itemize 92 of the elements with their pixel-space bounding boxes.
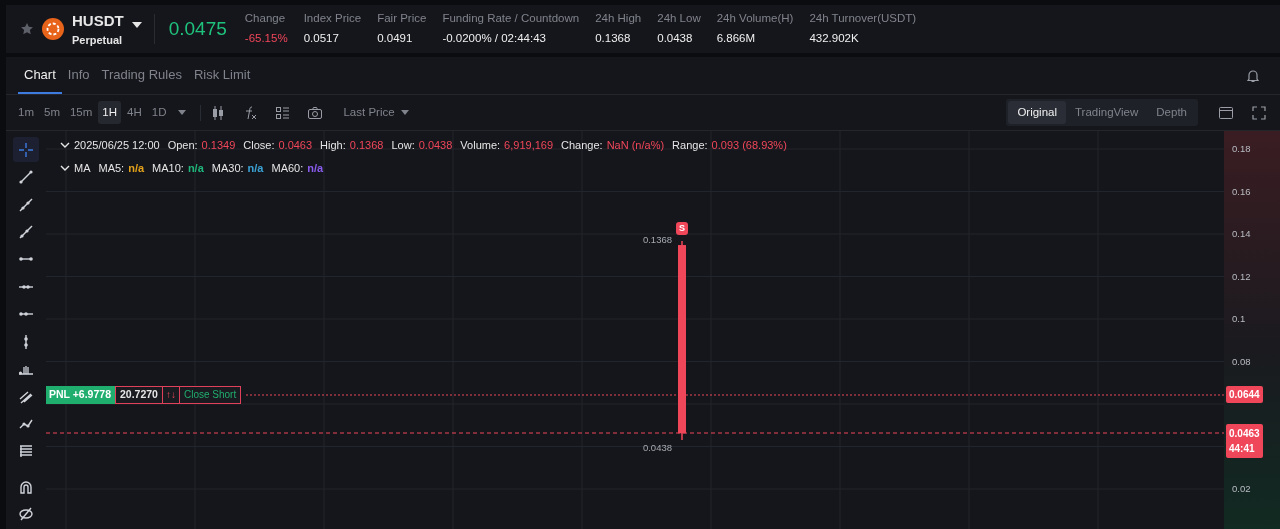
ohlc-label: Change: [561,138,603,153]
ohlc-label: Range: [672,138,708,153]
interval-tab[interactable]: 4H [123,100,146,125]
axis-tick-label: 0.12 [1232,269,1251,284]
candle-time: 2025/06/25 12:00 [74,138,160,153]
position-size: 20.7270 [115,385,163,404]
stat-label: Funding Rate / Countdown [442,10,580,26]
ma-label: MA5: [98,161,125,176]
ma-value: n/a [247,161,264,176]
ma-value: n/a [307,161,324,176]
position-price-tag: 0.0644 [1226,385,1263,403]
ma-label: MA10: [152,161,184,176]
candle-countdown: 44:41 [1229,442,1256,457]
ma-label: MA30: [211,161,244,176]
stat-label: Change [244,10,287,26]
axis-tick-label: 0.02 [1232,481,1251,496]
ohlc-value: 0.1368 [349,138,384,153]
stat-value: 0.0491 [377,30,414,46]
stat-value: 0.0517 [303,30,340,46]
stat-label: 24h Volume(H) [716,10,794,26]
bell-icon[interactable] [1246,68,1260,83]
pnl-label: PNL +6.9778 [46,385,115,404]
parallel-channel-icon[interactable] [18,388,34,405]
ma-value: n/a [187,161,204,176]
contract-type: Perpetual [72,33,124,48]
ma-value: n/a [128,161,145,176]
ohlc-value: 0.1349 [201,138,236,153]
stat-value: 6.866M [716,30,757,46]
axis-tick-label: 0.16 [1232,184,1251,199]
chevron-down-icon[interactable] [60,142,70,149]
tab[interactable]: Info [61,57,96,94]
tab[interactable]: Risk Limit [187,57,257,94]
stat-label: 24h Turnover(USDT) [809,10,917,26]
crosshair-icon[interactable] [18,141,34,158]
symbol-name[interactable]: HUSDT [72,9,124,32]
price-type-dropdown[interactable]: Last Price [339,100,399,125]
view-tab[interactable]: TradingView [1066,100,1148,125]
coin-logo-icon [42,18,64,40]
stat-value: 0.0438 [657,30,694,46]
axis-tick-label: 0.18 [1232,141,1251,156]
fibonacci-icon[interactable] [18,443,34,460]
view-tab[interactable]: Original [1008,100,1066,125]
stat-label: Fair Price [377,10,427,26]
chevron-down-icon[interactable] [60,165,70,172]
ohlc-value: 0.0463 [278,138,313,153]
interval-tab[interactable]: 1m [14,100,38,125]
ohlc-value: 6,919,169 [504,138,554,153]
close-short-button[interactable]: Close Short [179,385,242,404]
ma-title: MA [74,161,91,176]
window-icon[interactable] [1218,104,1234,121]
ohlc-label: Low: [391,138,415,153]
interval-tab[interactable]: 1D [147,100,171,125]
layout-icon[interactable] [275,104,292,121]
last-price: 0.0475 [168,16,227,41]
stat-value: 432.902K [809,30,860,46]
fullscreen-icon[interactable] [1252,105,1266,120]
view-tab[interactable]: Depth [1147,100,1196,125]
ohlc-value: 0.0438 [418,138,453,153]
interval-tab[interactable]: 1H [98,100,122,125]
ohlc-label: Volume: [460,138,501,153]
reverse-button[interactable]: ↑↓ [162,385,180,404]
hide-icon[interactable] [18,506,34,523]
ohlc-label: Close: [243,138,275,153]
ohlc-label: High: [320,138,346,153]
stat-value: 0.1368 [595,30,632,46]
extended-line-icon[interactable] [18,223,34,240]
interval-tab[interactable]: 5m [40,100,64,125]
last-price-value: 0.0463 [1229,427,1260,442]
axis-tick-label: 0.14 [1232,226,1251,241]
sell-signal-marker: S [676,221,688,236]
stat-value: -0.0200% / 02:44:43 [442,30,547,46]
tab[interactable]: Chart [18,57,62,94]
caret-icon[interactable] [131,22,142,28]
stat-label: 24h Low [657,10,701,26]
interval-tab[interactable]: 15m [65,100,97,125]
ray-icon[interactable] [18,196,34,213]
ohlc-label: Open: [167,138,198,153]
camera-icon[interactable] [307,104,324,121]
ohlc-value: NaN (n/a%) [606,138,665,153]
ma-label: MA60: [271,161,304,176]
ohlc-value: 0.093 (68.93%) [711,138,787,153]
star-icon[interactable] [20,22,34,36]
axis-tick-label: 0.08 [1232,354,1251,369]
magnet-icon[interactable] [18,478,34,495]
stat-value: -65.15% [244,30,288,46]
trend-line-icon[interactable] [18,169,34,186]
low-price-label: 0.0438 [642,441,672,456]
tab[interactable]: Trading Rules [95,57,188,94]
stat-label: Index Price [303,10,362,26]
axis-tick-label: 0.1 [1232,311,1246,326]
stat-label: 24h High [595,10,642,26]
high-price-label: 0.1368 [642,232,672,247]
